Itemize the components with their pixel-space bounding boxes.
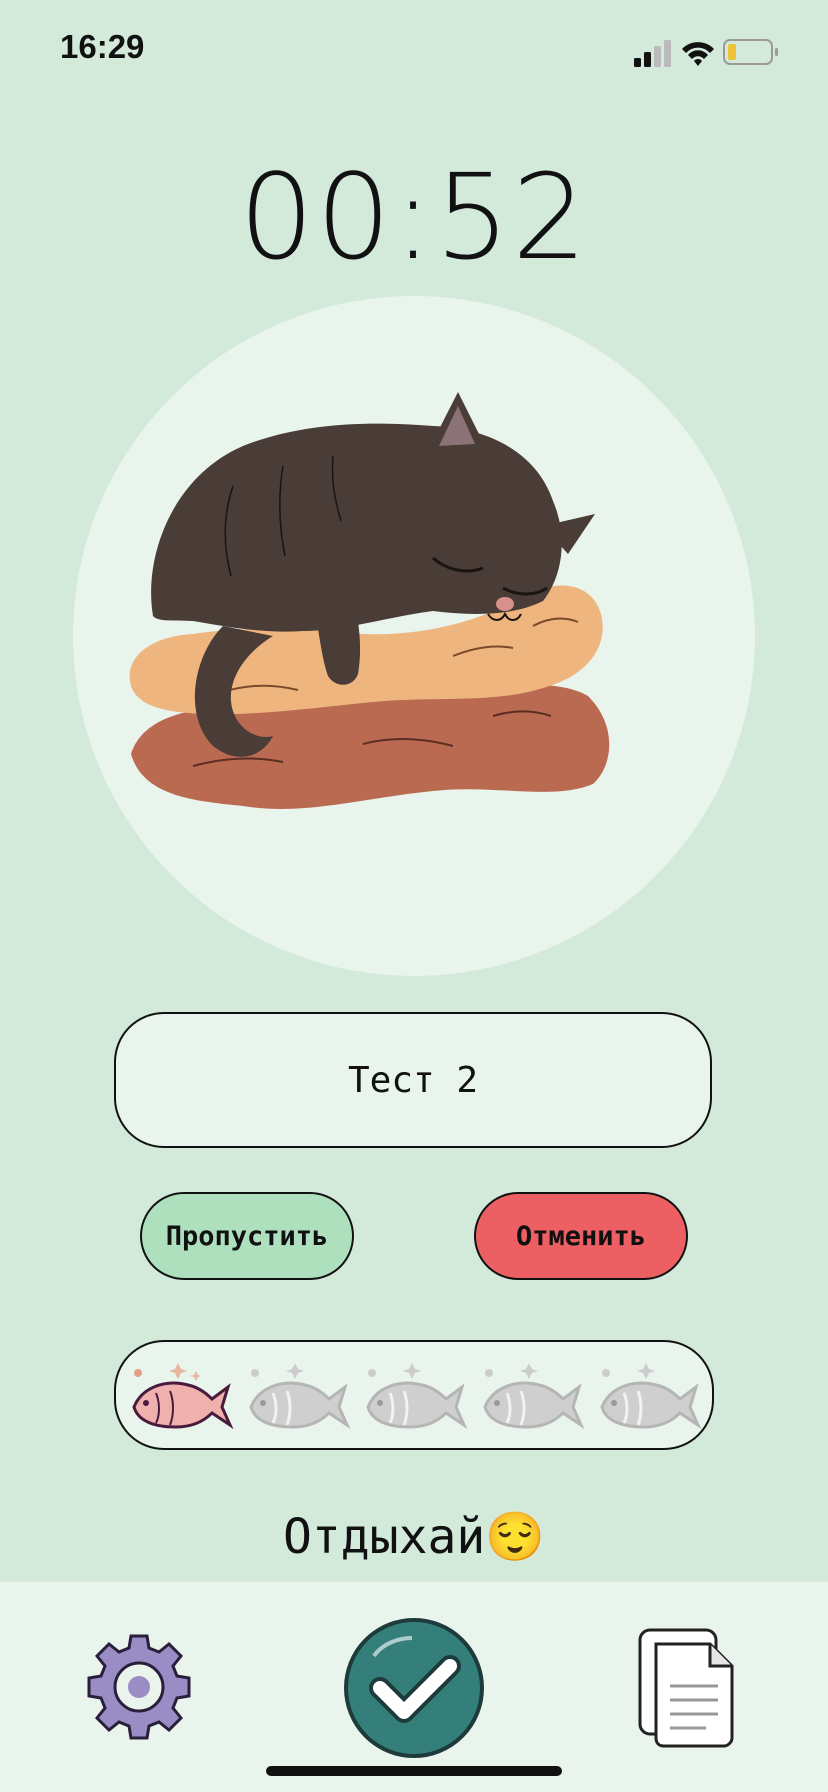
status-icons bbox=[634, 39, 778, 67]
fish-icon bbox=[132, 1363, 234, 1430]
status-time: 16:29 bbox=[60, 28, 145, 65]
battery-icon bbox=[723, 39, 778, 65]
sleeping-cat-illustration bbox=[129, 392, 610, 809]
fish-icon bbox=[366, 1363, 468, 1430]
fish-icon bbox=[483, 1363, 585, 1430]
check-icon[interactable] bbox=[342, 1616, 486, 1760]
home-indicator bbox=[266, 1766, 562, 1776]
cancel-button[interactable]: Отменить bbox=[474, 1192, 688, 1280]
documents-icon[interactable] bbox=[636, 1626, 740, 1750]
fish-icon bbox=[600, 1363, 702, 1430]
progress-fish-bar bbox=[114, 1340, 714, 1450]
skip-button[interactable]: Пропустить bbox=[140, 1192, 354, 1280]
signal-icon bbox=[634, 40, 671, 67]
rest-message: Отдыхай😌 bbox=[282, 1509, 546, 1565]
gear-icon[interactable] bbox=[80, 1628, 198, 1746]
timer-display: 00:52 bbox=[238, 148, 590, 286]
wifi-icon bbox=[682, 42, 714, 66]
fish-icon bbox=[249, 1363, 351, 1430]
status-bar: 16:29 bbox=[0, 0, 828, 100]
task-name: Тест 2 bbox=[114, 1012, 712, 1148]
